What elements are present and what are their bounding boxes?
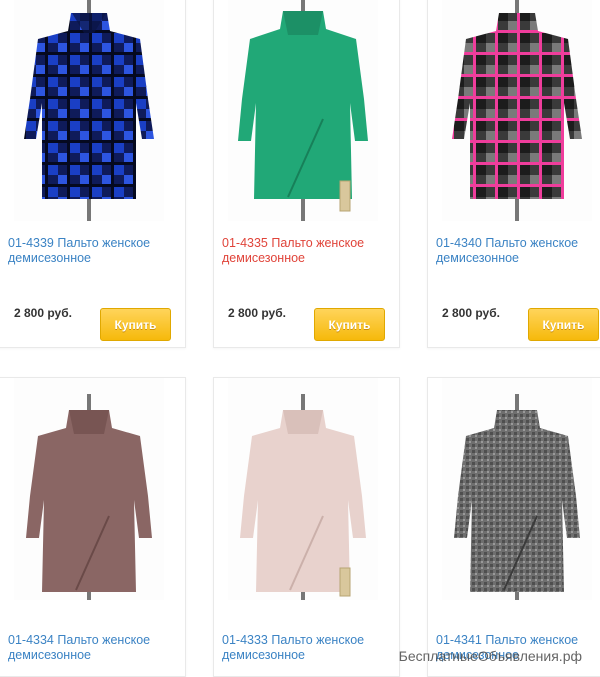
coat-image-grey-tweed (454, 394, 580, 600)
product-title-link[interactable]: 01-4339 Пальто женское демисезонное (8, 236, 178, 266)
product-image[interactable] (442, 0, 592, 221)
product-title-link[interactable]: 01-4340 Пальто женское демисезонное (436, 236, 600, 266)
coat-image-green (238, 0, 368, 221)
coat-image-pink (240, 394, 366, 600)
product-card-01-4334: 01-4334 Пальто женское демисезонное (0, 377, 186, 677)
product-title-link[interactable]: 01-4334 Пальто женское демисезонное (8, 633, 178, 663)
coat-image-pink-check (452, 0, 582, 221)
coat-image-blue-check (24, 0, 154, 221)
product-title-link[interactable]: 01-4333 Пальто женское демисезонное (222, 633, 392, 663)
product-card-01-4333: 01-4333 Пальто женское демисезонное (213, 377, 400, 677)
product-image[interactable] (14, 378, 164, 600)
product-image[interactable] (14, 0, 164, 221)
product-image[interactable] (442, 378, 592, 600)
product-image[interactable] (228, 378, 378, 600)
product-image[interactable] (228, 0, 378, 221)
buy-button[interactable]: Купить (314, 308, 385, 341)
product-price: 2 800 руб. (228, 306, 286, 320)
product-price: 2 800 руб. (442, 306, 500, 320)
product-price: 2 800 руб. (14, 306, 72, 320)
buy-button[interactable]: Купить (100, 308, 171, 341)
product-title-link[interactable]: 01-4335 Пальто женское демисезонное (222, 236, 392, 266)
product-card-01-4341: 01-4341 Пальто женское демисезонное (427, 377, 600, 677)
product-card-01-4339: 01-4339 Пальто женское демисезонное 2 80… (0, 0, 186, 348)
product-card-01-4335: 01-4335 Пальто женское демисезонное 2 80… (213, 0, 400, 348)
buy-button[interactable]: Купить (528, 308, 599, 341)
product-card-01-4340: 01-4340 Пальто женское демисезонное 2 80… (427, 0, 600, 348)
site-watermark: БесплатныеОбъявления.рф (398, 648, 582, 664)
coat-image-mauve (26, 394, 152, 600)
